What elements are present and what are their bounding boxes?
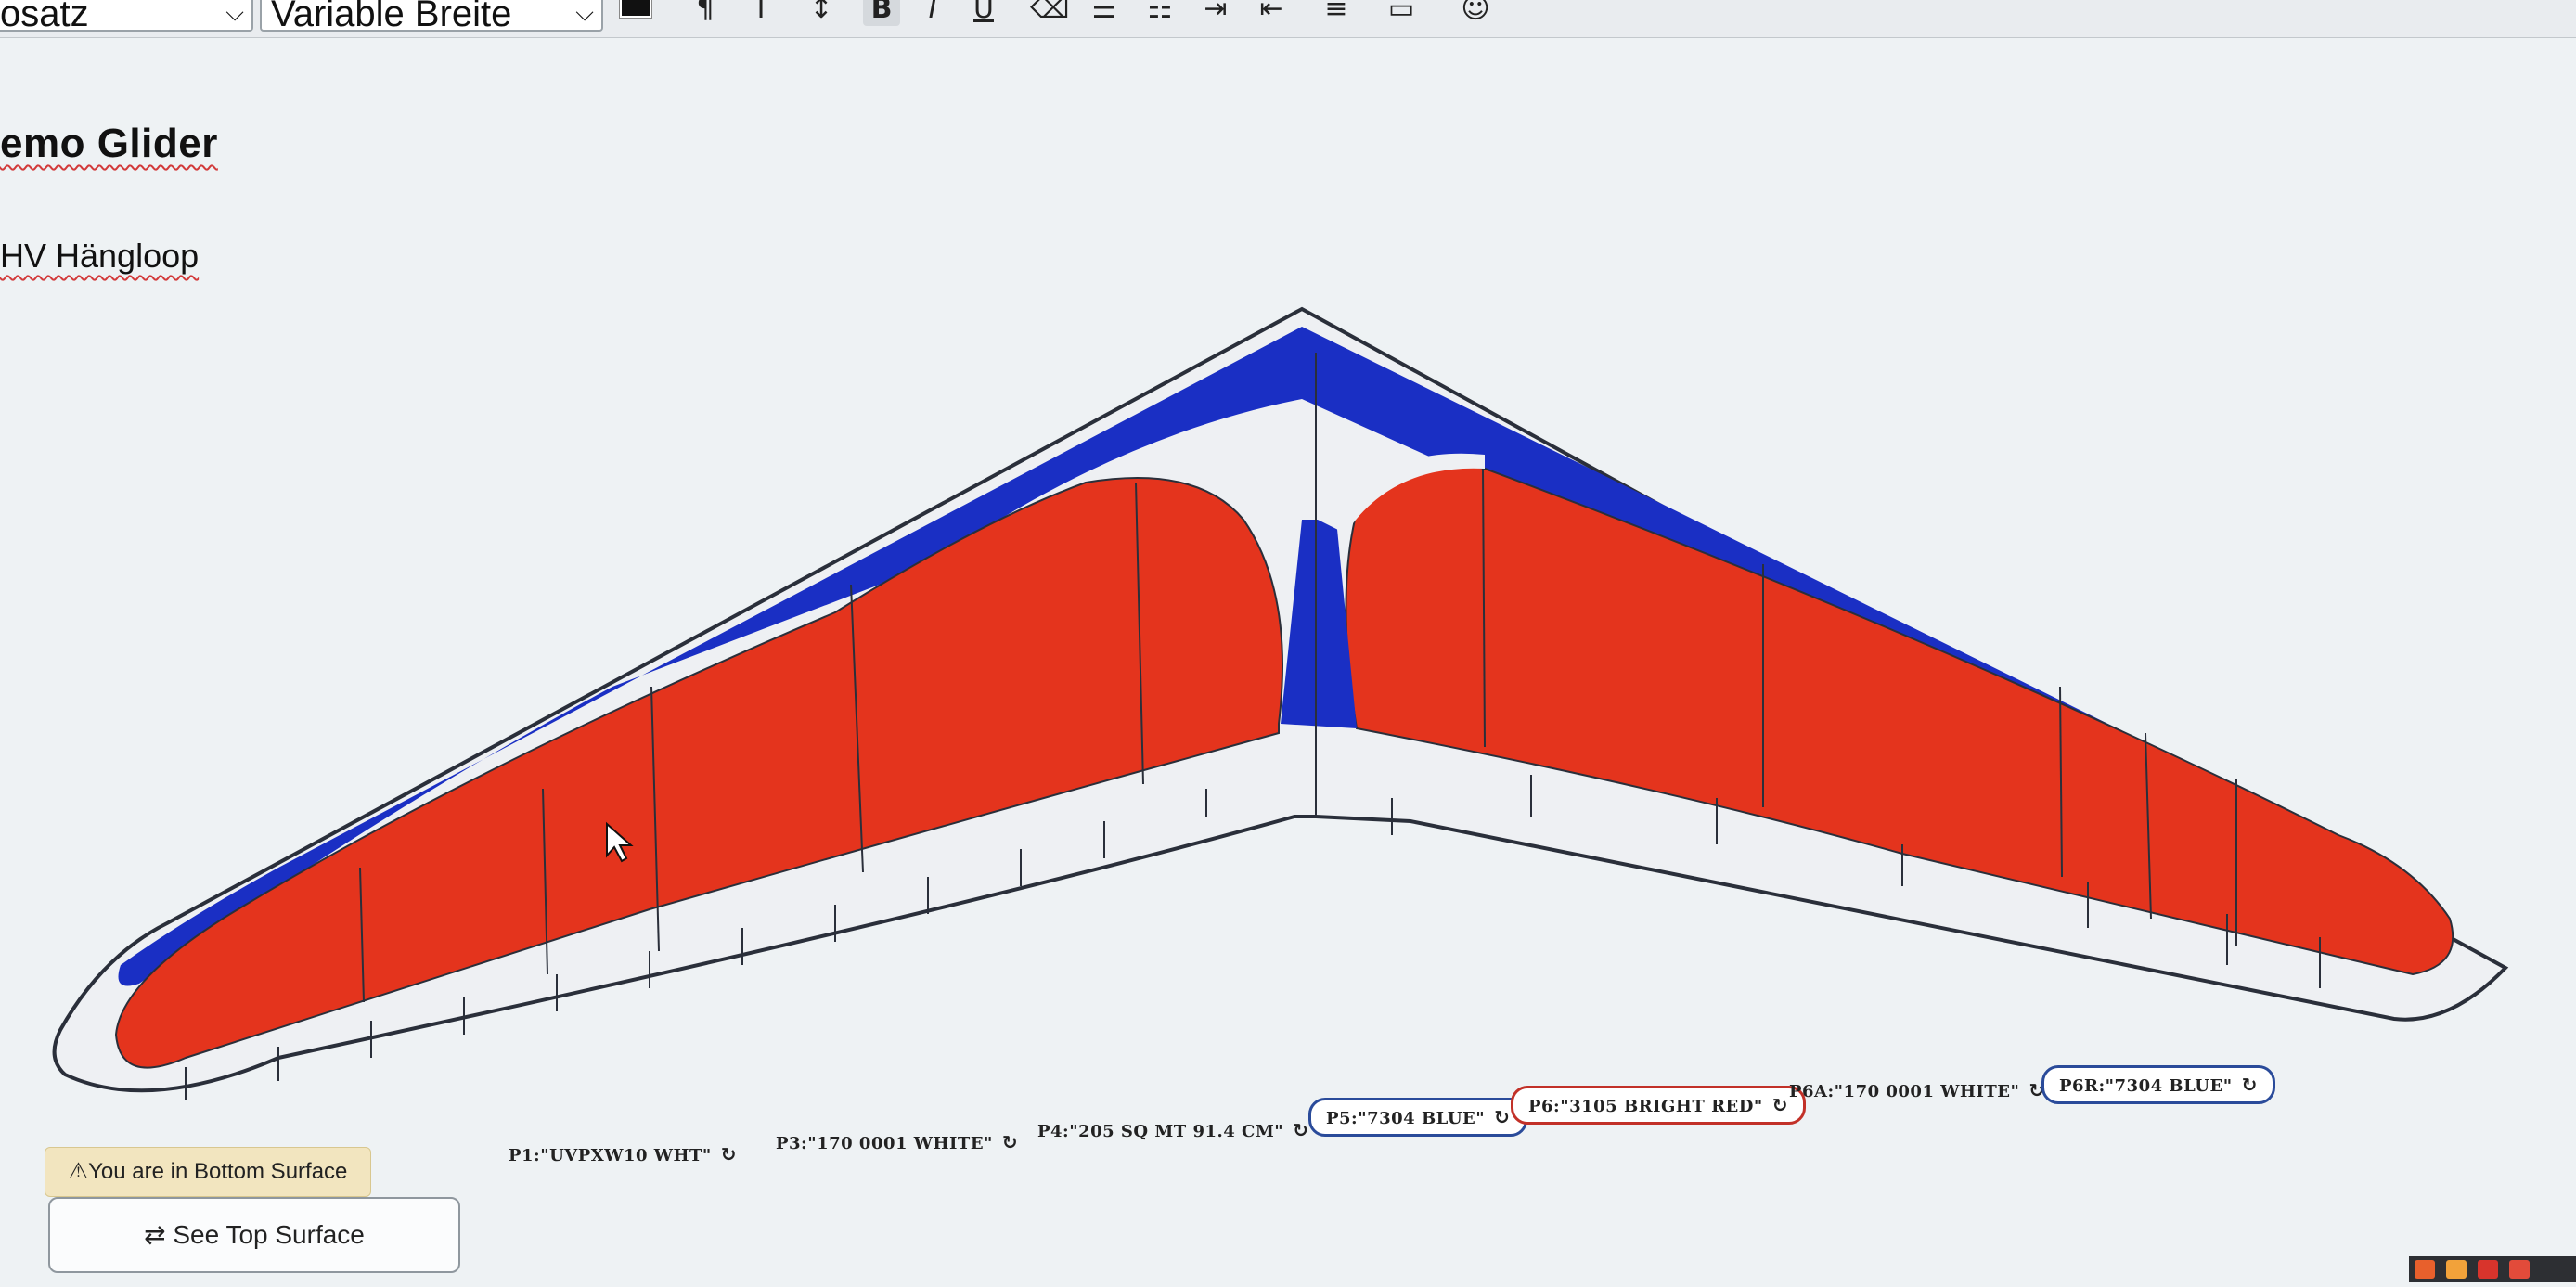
panel-label-text: P6A:"170 0001 WHITE" bbox=[1789, 1082, 2020, 1101]
left-sail-panel bbox=[114, 477, 1283, 1069]
refresh-icon[interactable]: ↻ bbox=[1494, 1106, 1510, 1128]
panel-label-chip[interactable]: P6R:"7304 BLUE" ↻ bbox=[2041, 1065, 2275, 1104]
panel-label-chip[interactable]: P1:"UVPXW10 WHT" ↻ bbox=[509, 1143, 737, 1165]
panel-label-text: P6:"3105 BRIGHT RED" bbox=[1528, 1097, 1763, 1116]
panel-label-text: P6R:"7304 BLUE" bbox=[2059, 1076, 2233, 1096]
surface-status-badge: ⚠You are in Bottom Surface bbox=[45, 1147, 371, 1197]
refresh-icon[interactable]: ↻ bbox=[1772, 1094, 1788, 1116]
refresh-icon[interactable]: ↻ bbox=[2242, 1074, 2258, 1096]
tray-app-icon[interactable] bbox=[2446, 1260, 2467, 1279]
swap-icon: ⇄ bbox=[144, 1220, 174, 1249]
see-top-surface-button[interactable]: ⇄ See Top Surface bbox=[48, 1197, 460, 1273]
panel-label-text: P5:"7304 BLUE" bbox=[1326, 1109, 1486, 1128]
panel-label-chip[interactable]: P5:"7304 BLUE" ↻ bbox=[1308, 1098, 1528, 1137]
panel-label-chip[interactable]: P4:"205 SQ MT 91.4 CM" ↻ bbox=[1037, 1119, 1308, 1141]
panel-label-text: P3:"170 0001 WHITE" bbox=[776, 1134, 993, 1153]
refresh-icon[interactable]: ↻ bbox=[1293, 1119, 1308, 1141]
tray-app-icon[interactable] bbox=[2509, 1260, 2530, 1279]
panel-label-chip[interactable]: P6:"3105 BRIGHT RED" ↻ bbox=[1511, 1086, 1807, 1125]
system-tray bbox=[2409, 1256, 2576, 1282]
refresh-icon[interactable]: ↻ bbox=[1002, 1131, 1018, 1153]
tray-app-icon[interactable] bbox=[2478, 1260, 2498, 1279]
see-top-surface-label: See Top Surface bbox=[173, 1220, 365, 1249]
panel-label-text: P1:"UVPXW10 WHT" bbox=[509, 1146, 712, 1165]
panel-label-text: P4:"205 SQ MT 91.4 CM" bbox=[1037, 1122, 1284, 1141]
warning-icon: ⚠ bbox=[68, 1159, 89, 1184]
panel-label-chip[interactable]: P3:"170 0001 WHITE" ↻ bbox=[776, 1131, 1018, 1153]
surface-status-text: You are in Bottom Surface bbox=[88, 1159, 348, 1184]
refresh-icon[interactable]: ↻ bbox=[721, 1143, 737, 1165]
tray-app-icon[interactable] bbox=[2415, 1260, 2435, 1279]
panel-label-chip[interactable]: P6A:"170 0001 WHITE" ↻ bbox=[1789, 1079, 2045, 1101]
